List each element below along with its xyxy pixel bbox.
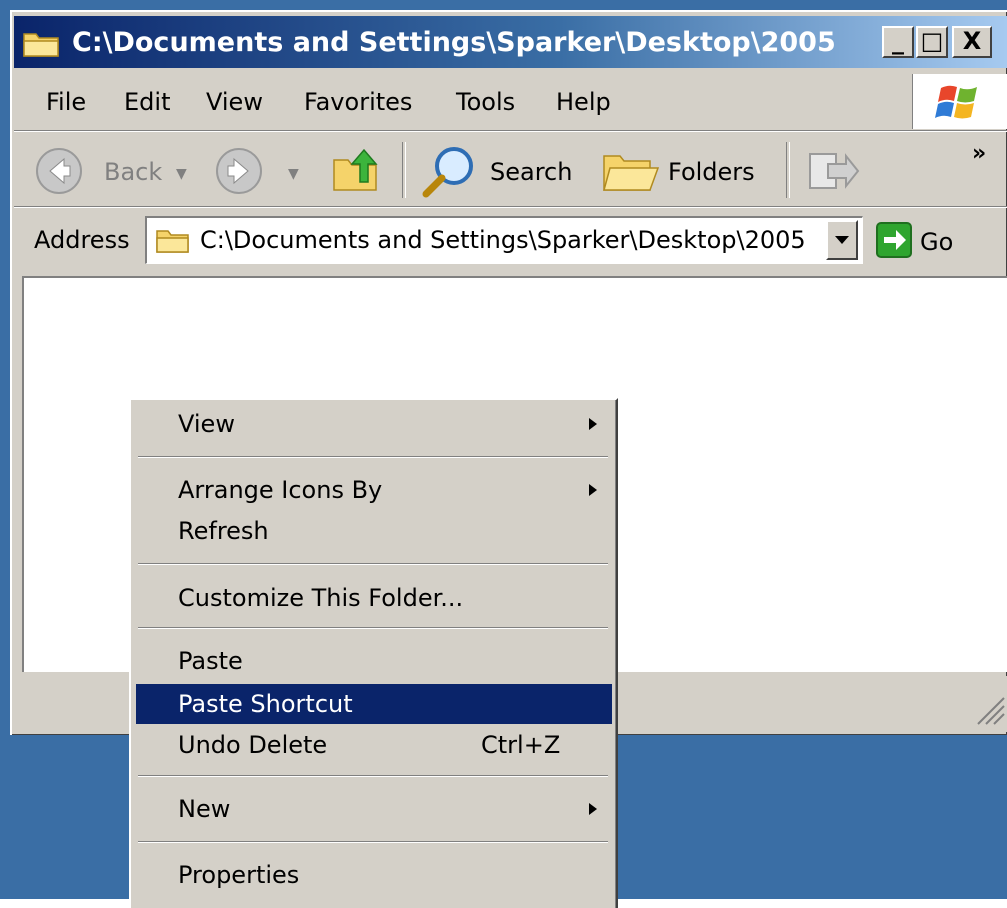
minimize-icon: _: [892, 27, 904, 55]
resize-grip-icon[interactable]: [972, 692, 1006, 730]
address-label: Address: [34, 226, 130, 254]
menu-item-label: Refresh: [178, 517, 269, 545]
menu-item-shortcut: Ctrl+Z: [481, 731, 561, 759]
close-button[interactable]: X: [952, 26, 992, 58]
menu-item-label: New: [178, 795, 231, 823]
folders-icon[interactable]: [600, 146, 660, 200]
context-menu-item-undo-delete[interactable]: Undo Delete Ctrl+Z: [136, 725, 612, 765]
menu-separator: [138, 775, 608, 777]
window-title: C:\Documents and Settings\Sparker\Deskto…: [72, 27, 836, 58]
menu-separator: [138, 627, 608, 629]
menu-item-label: Arrange Icons By: [178, 476, 383, 504]
context-menu-item-new[interactable]: New: [136, 789, 612, 829]
menu-item-label: Paste Shortcut: [178, 690, 353, 718]
views-icon[interactable]: [806, 146, 860, 200]
close-icon: X: [962, 27, 982, 55]
menu-tools[interactable]: Tools: [456, 88, 515, 116]
menu-favorites[interactable]: Favorites: [304, 88, 412, 116]
context-menu-item-customize-this-folder[interactable]: Customize This Folder...: [136, 578, 612, 618]
menu-view[interactable]: View: [206, 88, 263, 116]
toolbar-separator: [786, 142, 790, 198]
chevron-down-icon: [835, 236, 849, 244]
menu-edit[interactable]: Edit: [124, 88, 170, 116]
submenu-arrow-icon: [589, 803, 597, 815]
search-button[interactable]: Search: [490, 158, 572, 186]
minimize-button[interactable]: _: [882, 26, 914, 58]
forward-arrow-icon[interactable]: [214, 146, 264, 200]
back-dropdown-icon[interactable]: ▼: [176, 160, 187, 188]
menu-item-label: Customize This Folder...: [178, 584, 464, 612]
context-menu-item-arrange-icons-by[interactable]: Arrange Icons By: [136, 470, 612, 510]
toolbar-chevron[interactable]: »: [972, 140, 986, 168]
address-folder-icon: [155, 226, 191, 258]
menu-item-label: Undo Delete: [178, 731, 328, 759]
go-button[interactable]: Go: [920, 228, 953, 256]
menu-file[interactable]: File: [46, 88, 86, 116]
context-menu-item-paste-shortcut[interactable]: Paste Shortcut: [136, 684, 612, 724]
toolbar-separator: [402, 142, 406, 198]
maximize-button[interactable]: □: [916, 26, 948, 58]
windows-logo-area: [912, 74, 1007, 129]
folder-icon: [22, 28, 62, 62]
context-menu-item-refresh[interactable]: Refresh: [136, 511, 612, 551]
menu-item-label: Paste: [178, 647, 243, 675]
menu-help[interactable]: Help: [556, 88, 611, 116]
windows-logo-icon: [935, 85, 977, 119]
folders-button[interactable]: Folders: [668, 158, 755, 186]
submenu-arrow-icon: [589, 418, 597, 430]
forward-dropdown-icon[interactable]: ▼: [288, 160, 299, 188]
maximize-icon: □: [920, 27, 944, 55]
context-menu-item-properties[interactable]: Properties: [136, 855, 612, 895]
menu-separator: [138, 456, 608, 458]
go-arrow-icon[interactable]: [876, 222, 912, 262]
back-arrow-icon[interactable]: [34, 146, 84, 200]
back-button[interactable]: Back: [104, 158, 162, 186]
search-icon[interactable]: [420, 144, 480, 204]
address-dropdown-button[interactable]: [826, 220, 858, 260]
up-folder-icon[interactable]: [330, 142, 384, 200]
context-menu-item-paste[interactable]: Paste: [136, 641, 612, 681]
address-value[interactable]: C:\Documents and Settings\Sparker\Deskto…: [200, 226, 806, 254]
submenu-arrow-icon: [589, 484, 597, 496]
menu-separator: [138, 841, 608, 843]
context-menu-item-view[interactable]: View: [136, 404, 612, 444]
menu-item-label: View: [178, 410, 235, 438]
menu-item-label: Properties: [178, 861, 300, 889]
menu-separator: [138, 563, 608, 565]
